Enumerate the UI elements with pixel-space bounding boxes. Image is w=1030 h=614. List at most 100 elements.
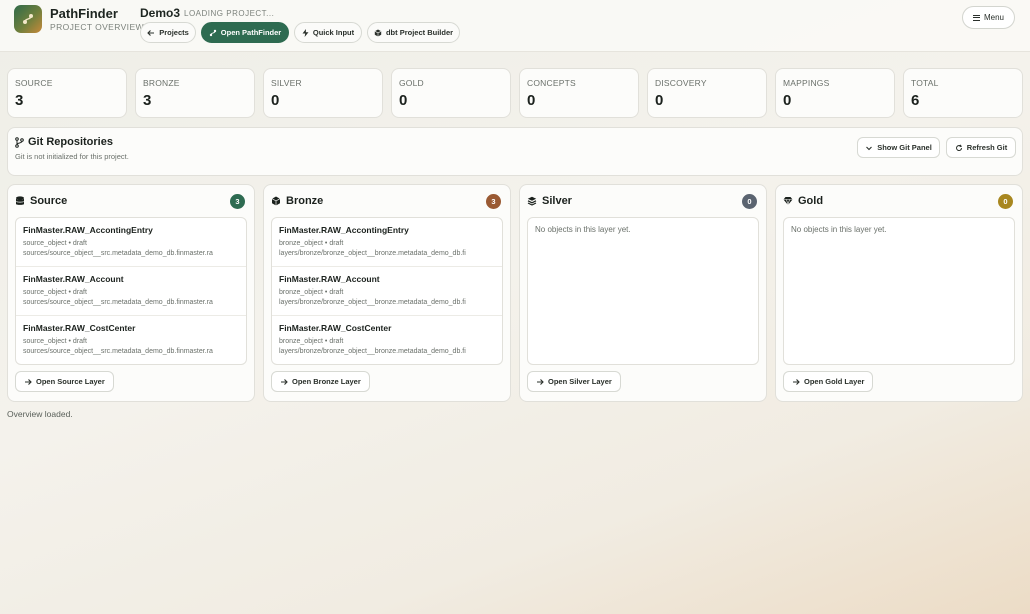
stat-label: TOTAL — [911, 78, 939, 88]
list-item[interactable]: FinMaster.RAW_AccontingEntry bronze_obje… — [272, 218, 502, 267]
layer-card-bronze: Bronze 3 FinMaster.RAW_AccontingEntry br… — [263, 184, 511, 402]
git-repositories-panel: Git Repositories Git is not initialized … — [7, 127, 1023, 176]
count-badge: 3 — [486, 194, 501, 209]
object-path: layers/bronze/bronze_object__bronze.meta… — [279, 348, 466, 355]
dbt-project-builder-button[interactable]: dbt Project Builder — [367, 22, 460, 43]
project-status: LOADING PROJECT... — [184, 9, 275, 18]
object-meta: source_object • draft — [23, 289, 87, 296]
database-icon — [15, 196, 25, 206]
gem-icon — [783, 196, 793, 206]
pathfinder-logo-icon — [14, 5, 42, 33]
open-source-layer-label: Open Source Layer — [36, 377, 105, 386]
stat-label: SOURCE — [15, 78, 53, 88]
stat-card-silver: SILVER 0 — [263, 68, 383, 118]
projects-button[interactable]: Projects — [140, 22, 196, 43]
stat-value: 0 — [399, 92, 408, 109]
open-bronze-layer-label: Open Bronze Layer — [292, 377, 361, 386]
count-badge: 0 — [998, 194, 1013, 209]
show-git-panel-button[interactable]: Show Git Panel — [857, 137, 940, 158]
stat-label: MAPPINGS — [783, 78, 830, 88]
stat-card-gold: GOLD 0 — [391, 68, 511, 118]
arrow-right-icon — [792, 378, 800, 386]
list-item[interactable]: FinMaster.RAW_AccontingEntry source_obje… — [16, 218, 246, 267]
list-item[interactable]: FinMaster.RAW_CostCenter bronze_object •… — [272, 316, 502, 364]
count-badge: 0 — [742, 194, 757, 209]
object-path: layers/bronze/bronze_object__bronze.meta… — [279, 250, 466, 257]
object-path: sources/source_object__src.metadata_demo… — [23, 250, 213, 257]
quick-input-label: Quick Input — [312, 28, 355, 37]
arrow-left-icon — [147, 29, 155, 37]
stat-value: 0 — [655, 92, 664, 109]
object-list: FinMaster.RAW_AccontingEntry source_obje… — [15, 217, 247, 365]
stat-card-concepts: CONCEPTS 0 — [519, 68, 639, 118]
chevron-down-icon — [865, 144, 873, 152]
stat-value: 0 — [527, 92, 536, 109]
object-list: FinMaster.RAW_AccontingEntry bronze_obje… — [271, 217, 503, 365]
object-meta: source_object • draft — [23, 240, 87, 247]
layer-title: Gold — [798, 195, 824, 207]
object-list: No objects in this layer yet. — [783, 217, 1015, 365]
object-name: FinMaster.RAW_AccontingEntry — [279, 225, 409, 235]
list-item[interactable]: FinMaster.RAW_Account source_object • dr… — [16, 267, 246, 316]
git-branch-icon — [15, 137, 24, 148]
status-message: Overview loaded. — [7, 409, 73, 419]
stat-card-mappings: MAPPINGS 0 — [775, 68, 895, 118]
projects-button-label: Projects — [159, 28, 189, 37]
object-list: No objects in this layer yet. — [527, 217, 759, 365]
stat-value: 0 — [783, 92, 792, 109]
open-gold-layer-button[interactable]: Open Gold Layer — [783, 371, 874, 392]
git-subtitle: Git is not initialized for this project. — [15, 152, 129, 161]
layer-card-source: Source 3 FinMaster.RAW_AccontingEntry so… — [7, 184, 255, 402]
object-name: FinMaster.RAW_Account — [279, 274, 380, 284]
cube-icon — [374, 29, 382, 37]
stat-value: 0 — [271, 92, 280, 109]
arrow-right-icon — [24, 378, 32, 386]
arrow-right-icon — [536, 378, 544, 386]
object-path: sources/source_object__src.metadata_demo… — [23, 299, 213, 306]
open-silver-layer-label: Open Silver Layer — [548, 377, 612, 386]
open-pathfinder-button[interactable]: Open PathFinder — [201, 22, 289, 43]
object-meta: source_object • draft — [23, 338, 87, 345]
empty-state-text: No objects in this layer yet. — [535, 225, 631, 234]
object-meta: bronze_object • draft — [279, 289, 344, 296]
hamburger-icon — [972, 14, 980, 21]
list-item[interactable]: FinMaster.RAW_CostCenter source_object •… — [16, 316, 246, 364]
app-name: PathFinder — [50, 6, 118, 21]
app-subtitle: PROJECT OVERVIEW — [50, 22, 144, 32]
layer-title: Silver — [542, 195, 572, 207]
open-silver-layer-button[interactable]: Open Silver Layer — [527, 371, 621, 392]
layers-icon — [527, 196, 537, 206]
menu-label: Menu — [983, 13, 1004, 22]
menu-button[interactable]: Menu — [962, 6, 1015, 29]
open-source-layer-button[interactable]: Open Source Layer — [15, 371, 114, 392]
show-git-panel-label: Show Git Panel — [877, 143, 932, 152]
stat-card-discovery: DISCOVERY 0 — [647, 68, 767, 118]
object-path: sources/source_object__src.metadata_demo… — [23, 348, 213, 355]
open-bronze-layer-button[interactable]: Open Bronze Layer — [271, 371, 370, 392]
lightning-icon — [302, 28, 309, 37]
object-name: FinMaster.RAW_CostCenter — [23, 323, 136, 333]
empty-state-text: No objects in this layer yet. — [791, 225, 887, 234]
object-meta: bronze_object • draft — [279, 240, 344, 247]
layer-card-gold: Gold 0 No objects in this layer yet. Ope… — [775, 184, 1023, 402]
refresh-git-button[interactable]: Refresh Git — [946, 137, 1016, 158]
object-name: FinMaster.RAW_AccontingEntry — [23, 225, 153, 235]
stat-label: CONCEPTS — [527, 78, 576, 88]
stat-label: BRONZE — [143, 78, 180, 88]
layer-title: Bronze — [286, 195, 324, 207]
quick-input-button[interactable]: Quick Input — [294, 22, 362, 43]
open-gold-layer-label: Open Gold Layer — [804, 377, 865, 386]
cube-icon — [271, 196, 281, 206]
stat-value: 3 — [143, 92, 152, 109]
stat-value: 6 — [911, 92, 920, 109]
arrow-right-icon — [280, 378, 288, 386]
object-name: FinMaster.RAW_Account — [23, 274, 124, 284]
dbt-builder-label: dbt Project Builder — [385, 28, 454, 37]
stat-label: SILVER — [271, 78, 302, 88]
layer-card-silver: Silver 0 No objects in this layer yet. O… — [519, 184, 767, 402]
stat-card-source: SOURCE 3 — [7, 68, 127, 118]
top-bar: PathFinder PROJECT OVERVIEW Demo3 LOADIN… — [0, 0, 1030, 52]
stat-value: 3 — [15, 92, 24, 109]
stat-label: GOLD — [399, 78, 424, 88]
list-item[interactable]: FinMaster.RAW_Account bronze_object • dr… — [272, 267, 502, 316]
